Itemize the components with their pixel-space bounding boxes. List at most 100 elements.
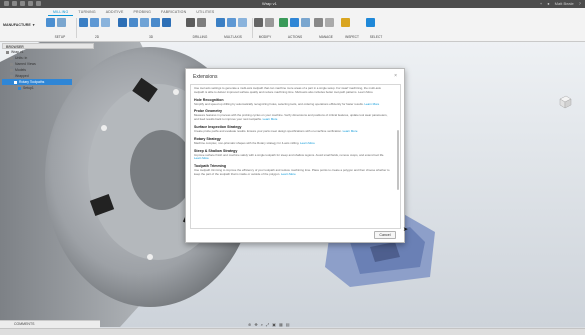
extension-desc-text: Improve surface finish and machine safel… bbox=[194, 152, 385, 157]
hole-recognition-icon bbox=[197, 18, 206, 27]
chevron-down-icon: ▾ bbox=[32, 23, 35, 27]
user-name[interactable]: Matt Beale bbox=[555, 0, 574, 8]
learn-more-link[interactable]: Learn More bbox=[263, 117, 278, 121]
tree-node-operation[interactable]: Setup1 bbox=[2, 85, 94, 91]
extension-item: Toolpath Trimming Use toolpath trimming … bbox=[194, 164, 397, 177]
multi-axis-contour-icon bbox=[227, 18, 236, 27]
extension-intro: Use tool axis settings to generate a mul… bbox=[194, 86, 381, 94]
drilling-group[interactable]: DRILLING bbox=[186, 16, 214, 40]
generate-icon bbox=[301, 18, 310, 27]
ribbon-tabs: Milling Turning Additive Probing Fabrica… bbox=[48, 9, 219, 16]
tab-probing[interactable]: Probing bbox=[129, 9, 157, 16]
zoom-icon[interactable]: ⌕ bbox=[261, 322, 263, 327]
notifications-icon[interactable]: ● bbox=[547, 0, 549, 8]
navigation-bar: ⊕ ✥ ⌕ ⤢ ▣ ▦ ▤ bbox=[248, 321, 290, 328]
toolpath-icon bbox=[18, 86, 21, 90]
tab-fabrication[interactable]: Fabrication bbox=[156, 9, 191, 16]
extension-item: Rotary Strategy Machine complex, non-pri… bbox=[194, 137, 397, 146]
viewcube-icon bbox=[559, 95, 572, 109]
window-controls: + ● Matt Beale ? bbox=[540, 0, 581, 8]
template-icon bbox=[325, 18, 334, 27]
help-icon[interactable]: ? bbox=[579, 0, 581, 8]
close-icon[interactable]: × bbox=[394, 73, 397, 79]
dialog-scrollbar[interactable] bbox=[397, 130, 399, 190]
group-label-manage: MANAGE bbox=[319, 35, 333, 39]
3d-group[interactable]: 3D bbox=[118, 16, 184, 40]
comments-panel[interactable]: COMMENTS bbox=[0, 320, 100, 328]
2d-adaptive-icon bbox=[79, 18, 88, 27]
cancel-button[interactable]: Cancel bbox=[374, 231, 396, 239]
group-label-modify: MODIFY bbox=[258, 35, 272, 39]
workspace-switcher[interactable]: MANUFACTURE ▾ bbox=[3, 23, 35, 27]
pocket-clearing-icon bbox=[129, 18, 138, 27]
ribbon-toolbar: Milling Turning Additive Probing Fabrica… bbox=[0, 8, 585, 42]
setup-icon bbox=[14, 80, 17, 84]
workspace-label: MANUFACTURE bbox=[3, 23, 31, 27]
learn-more-link[interactable]: Learn More bbox=[364, 102, 379, 106]
rotary-icon bbox=[238, 18, 247, 27]
multi-axis-group[interactable]: MULTI-AXIS bbox=[216, 16, 250, 40]
units-icon bbox=[10, 56, 13, 60]
setup-group[interactable]: SETUP bbox=[46, 16, 74, 40]
manage-group[interactable]: MANAGE bbox=[314, 16, 338, 40]
adaptive-clearing-icon bbox=[118, 18, 127, 27]
extension-item: Probe Geometry Measure features in proce… bbox=[194, 109, 397, 122]
face-icon bbox=[101, 18, 110, 27]
2d-pocket-icon bbox=[90, 18, 99, 27]
browser-panel: BROWSER Wrap v1 Units: in Named Views Mo… bbox=[2, 43, 94, 101]
folder-icon bbox=[10, 74, 13, 78]
grid-icon[interactable]: ▦ bbox=[279, 322, 283, 327]
2d-group[interactable]: 2D bbox=[79, 16, 115, 40]
measure-icon bbox=[341, 18, 350, 27]
timeline-bar bbox=[0, 328, 585, 335]
learn-more-link[interactable]: Learn More bbox=[300, 141, 315, 145]
viewports-icon[interactable]: ▤ bbox=[286, 322, 290, 327]
steep-shallow-icon bbox=[140, 18, 149, 27]
learn-more-link[interactable]: Learn More bbox=[194, 156, 209, 160]
pan-icon[interactable]: ✥ bbox=[254, 322, 257, 327]
tree-node-label: Setup1 bbox=[23, 86, 34, 90]
comments-label: COMMENTS bbox=[14, 322, 35, 326]
redo-icon[interactable] bbox=[36, 1, 41, 6]
extension-item: Steep & Shallow Strategy Improve surface… bbox=[194, 149, 397, 162]
group-label-inspect: INSPECT bbox=[345, 35, 359, 39]
document-tab[interactable]: Wrap v1 bbox=[258, 0, 281, 8]
undo-icon[interactable] bbox=[28, 1, 33, 6]
extension-description: Simplify and speed up drilling by automa… bbox=[194, 102, 390, 107]
extension-item: Hole Recognition Simplify and speed up d… bbox=[194, 98, 397, 107]
viewcube[interactable] bbox=[557, 94, 573, 110]
extensions-list[interactable]: Use tool axis settings to generate a mul… bbox=[190, 84, 401, 229]
group-label-multi-axis: MULTI-AXIS bbox=[224, 35, 242, 39]
post-process-icon bbox=[290, 18, 299, 27]
divider bbox=[252, 18, 253, 38]
modify-group[interactable]: MODIFY bbox=[254, 16, 276, 40]
file-icon[interactable] bbox=[12, 1, 17, 6]
orbit-icon[interactable]: ⊕ bbox=[248, 322, 251, 327]
extension-description: Measure features in process with the pro… bbox=[194, 114, 390, 122]
tab-milling[interactable]: Milling bbox=[48, 9, 74, 16]
group-label-select: SELECT bbox=[369, 35, 383, 39]
tab-additive[interactable]: Additive bbox=[101, 9, 129, 16]
extension-desc-text: Create probe paths and evaluate results.… bbox=[194, 128, 342, 133]
app-menu-icon[interactable] bbox=[4, 1, 9, 6]
folder-icon bbox=[10, 62, 13, 66]
select-group[interactable]: SELECT bbox=[366, 16, 386, 40]
trim-icon bbox=[265, 18, 274, 27]
title-bar: Wrap v1 + ● Matt Beale ? bbox=[0, 0, 585, 8]
fit-icon[interactable]: ⤢ bbox=[266, 322, 269, 327]
tab-utilities[interactable]: Utilities bbox=[191, 9, 219, 16]
tab-turning[interactable]: Turning bbox=[73, 9, 100, 16]
extension-item: Use tool axis settings to generate a mul… bbox=[194, 86, 397, 95]
group-label-actions: ACTIONS bbox=[287, 35, 303, 39]
learn-more-link[interactable]: Learn More bbox=[281, 172, 296, 176]
drill-icon bbox=[186, 18, 195, 27]
add-tab-icon[interactable]: + bbox=[540, 0, 542, 8]
inspect-group[interactable]: INSPECT bbox=[341, 16, 363, 40]
display-settings-icon[interactable]: ▣ bbox=[272, 322, 276, 327]
group-label-2d: 2D bbox=[94, 35, 100, 39]
save-icon[interactable] bbox=[20, 1, 25, 6]
actions-group[interactable]: ACTIONS bbox=[279, 16, 311, 40]
divider bbox=[76, 18, 77, 38]
extensions-dialog: Extensions × Use tool axis settings to g… bbox=[185, 68, 405, 243]
learn-more-link[interactable]: Learn More bbox=[343, 129, 358, 133]
